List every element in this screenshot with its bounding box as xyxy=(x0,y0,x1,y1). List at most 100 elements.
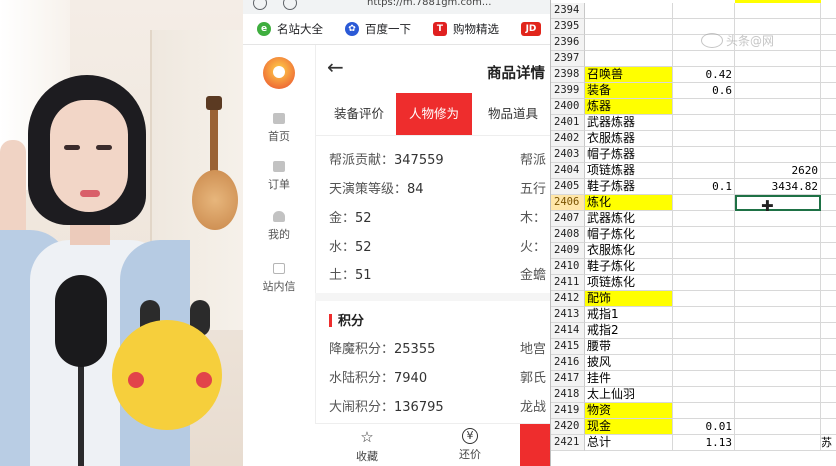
cell-d[interactable] xyxy=(821,19,836,35)
tab-items[interactable]: 物品道具 xyxy=(475,93,550,135)
bookmark-baidu[interactable]: ✿ 百度一下 xyxy=(345,21,411,37)
cell-d[interactable] xyxy=(821,259,836,275)
row-header[interactable]: 2394 xyxy=(551,3,585,19)
row-header[interactable]: 2401 xyxy=(551,115,585,131)
row-header[interactable]: 2421 xyxy=(551,435,585,451)
cell-c[interactable] xyxy=(735,243,821,259)
cell-a[interactable]: 现金 xyxy=(585,419,673,435)
row-header[interactable]: 2410 xyxy=(551,259,585,275)
cell-a[interactable]: 太上仙羽 xyxy=(585,387,673,403)
cell-c[interactable] xyxy=(735,371,821,387)
nav-orders[interactable]: 订单 xyxy=(243,161,315,192)
cell-a[interactable]: 炼器 xyxy=(585,99,673,115)
cell-a[interactable]: 衣服炼器 xyxy=(585,131,673,147)
cell-b[interactable]: 0.6 xyxy=(673,83,735,99)
cell-a[interactable]: 挂件 xyxy=(585,371,673,387)
cell-d[interactable] xyxy=(821,387,836,403)
cell-a[interactable] xyxy=(585,19,673,35)
row-header[interactable]: 2406 xyxy=(551,195,585,211)
cell-c[interactable] xyxy=(735,131,821,147)
cell-a[interactable]: 戒指1 xyxy=(585,307,673,323)
row-header[interactable]: 2416 xyxy=(551,355,585,371)
row-header[interactable]: 2412 xyxy=(551,291,585,307)
cell-b[interactable] xyxy=(673,307,735,323)
nav-messages[interactable]: 站内信 xyxy=(243,263,315,294)
row-header[interactable]: 2419 xyxy=(551,403,585,419)
cell-d[interactable] xyxy=(821,179,836,195)
cell-b[interactable]: 0.01 xyxy=(673,419,735,435)
cell-b[interactable] xyxy=(673,3,735,19)
row-header[interactable]: 2418 xyxy=(551,387,585,403)
cell-d[interactable] xyxy=(821,291,836,307)
cell-c[interactable] xyxy=(735,259,821,275)
cell-d[interactable] xyxy=(821,419,836,435)
cell-a[interactable]: 鞋子炼化 xyxy=(585,259,673,275)
cell-a[interactable]: 项链炼器 xyxy=(585,163,673,179)
tab-equipment-review[interactable]: 装备评价 xyxy=(321,93,397,135)
cell-b[interactable] xyxy=(673,195,735,211)
bargain-button[interactable]: ¥ 还价 xyxy=(440,428,500,462)
cell-b[interactable] xyxy=(673,163,735,179)
cell-c[interactable] xyxy=(735,323,821,339)
cell-a[interactable] xyxy=(585,3,673,19)
cell-b[interactable] xyxy=(673,115,735,131)
cell-a[interactable]: 戒指2 xyxy=(585,323,673,339)
cell-c[interactable] xyxy=(735,355,821,371)
bookmark-jd[interactable]: JD xyxy=(521,21,547,37)
bookmark-shopping[interactable]: T 购物精选 xyxy=(433,21,499,37)
cell-d[interactable] xyxy=(821,67,836,83)
cell-c[interactable] xyxy=(735,291,821,307)
back-nav-icon[interactable] xyxy=(253,0,267,10)
cell-d[interactable]: 苏 xyxy=(821,435,836,451)
cell-a[interactable]: 帽子炼器 xyxy=(585,147,673,163)
cell-c[interactable]: 3434.82 xyxy=(735,179,821,195)
cell-c[interactable] xyxy=(735,419,821,435)
cell-d[interactable] xyxy=(821,371,836,387)
cell-c[interactable] xyxy=(735,211,821,227)
cell-b[interactable] xyxy=(673,211,735,227)
cell-d[interactable] xyxy=(821,51,836,67)
cell-c[interactable]: 2620 xyxy=(735,163,821,179)
row-header[interactable]: 2415 xyxy=(551,339,585,355)
cell-b[interactable]: 1.13 xyxy=(673,435,735,451)
cell-d[interactable] xyxy=(821,339,836,355)
cell-a[interactable] xyxy=(585,51,673,67)
cell-b[interactable] xyxy=(673,259,735,275)
cell-d[interactable] xyxy=(821,211,836,227)
cell-d[interactable] xyxy=(821,131,836,147)
cell-c[interactable] xyxy=(735,83,821,99)
cell-b[interactable] xyxy=(673,355,735,371)
cell-d[interactable] xyxy=(821,243,836,259)
cell-d[interactable] xyxy=(821,35,836,51)
cell-a[interactable]: 召唤兽 xyxy=(585,67,673,83)
cell-c[interactable] xyxy=(735,147,821,163)
cell-b[interactable] xyxy=(673,323,735,339)
cell-a[interactable] xyxy=(585,35,673,51)
row-header[interactable]: 2398 xyxy=(551,67,585,83)
tab-character-cultivation[interactable]: 人物修为 xyxy=(396,93,472,135)
cell-b[interactable] xyxy=(673,243,735,259)
cell-c[interactable] xyxy=(735,339,821,355)
cell-b[interactable]: 0.42 xyxy=(673,67,735,83)
cell-c[interactable] xyxy=(735,51,821,67)
cell-d[interactable] xyxy=(821,115,836,131)
cell-c[interactable] xyxy=(735,435,821,451)
row-header[interactable]: 2403 xyxy=(551,147,585,163)
address-bar[interactable]: https://m.7881gm.com... xyxy=(243,0,550,15)
cell-b[interactable] xyxy=(673,51,735,67)
cell-c[interactable] xyxy=(735,3,821,19)
row-header[interactable]: 2404 xyxy=(551,163,585,179)
cell-d[interactable] xyxy=(821,355,836,371)
back-arrow-icon[interactable]: ← xyxy=(327,55,344,79)
cell-a[interactable]: 腰带 xyxy=(585,339,673,355)
cell-a[interactable]: 炼化 xyxy=(585,195,673,211)
cell-c[interactable] xyxy=(735,307,821,323)
row-header[interactable]: 2396 xyxy=(551,35,585,51)
cell-d[interactable] xyxy=(821,307,836,323)
row-header[interactable]: 2413 xyxy=(551,307,585,323)
row-header[interactable]: 2397 xyxy=(551,51,585,67)
cell-b[interactable] xyxy=(673,291,735,307)
cell-c[interactable] xyxy=(735,275,821,291)
nav-mine[interactable]: 我的 xyxy=(243,211,315,242)
row-header[interactable]: 2408 xyxy=(551,227,585,243)
